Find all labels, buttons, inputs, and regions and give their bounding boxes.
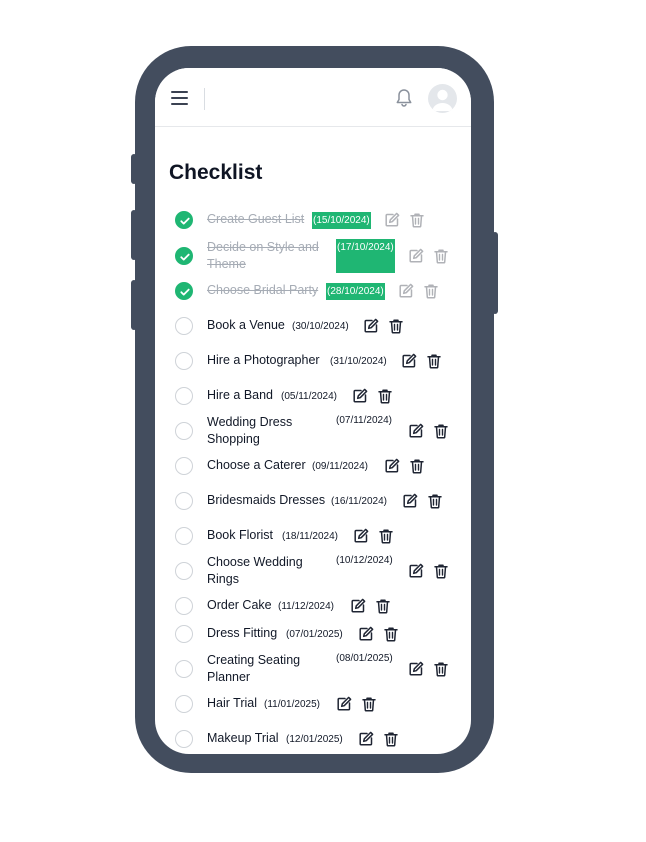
- unchecked-circle-icon[interactable]: [175, 317, 193, 335]
- phone-side-button: [492, 232, 498, 314]
- trash-icon[interactable]: [409, 212, 425, 228]
- trash-icon[interactable]: [388, 318, 404, 334]
- unchecked-circle-icon[interactable]: [175, 597, 193, 615]
- task-due-date: (16/11/2024): [331, 496, 387, 507]
- task-due-date: (31/10/2024): [330, 356, 387, 367]
- edit-icon[interactable]: [352, 388, 368, 404]
- task-due-date: (09/11/2024): [312, 461, 368, 472]
- user-avatar-icon[interactable]: [428, 84, 457, 113]
- edit-icon[interactable]: [384, 212, 400, 228]
- trash-icon[interactable]: [377, 388, 393, 404]
- task-label: Choose Bridal Party: [207, 283, 319, 297]
- task-due-date: (17/10/2024): [336, 239, 395, 273]
- task-due-date: (15/10/2024): [312, 212, 371, 229]
- task-label: Dress Fitting: [207, 626, 278, 640]
- unchecked-circle-icon[interactable]: [175, 562, 193, 580]
- task-label: Creating Seating Planner: [207, 653, 301, 684]
- edit-icon[interactable]: [336, 696, 352, 712]
- phone-side-button: [131, 210, 137, 260]
- unchecked-circle-icon[interactable]: [175, 695, 193, 713]
- unchecked-circle-icon[interactable]: [175, 660, 193, 678]
- trash-icon[interactable]: [427, 493, 443, 509]
- checked-circle-icon[interactable]: [175, 282, 193, 300]
- task-label: Hire a Band: [207, 388, 274, 402]
- unchecked-circle-icon[interactable]: [175, 457, 193, 475]
- unchecked-circle-icon[interactable]: [175, 492, 193, 510]
- checked-circle-icon[interactable]: [175, 211, 193, 229]
- task-label: Makeup Trial: [207, 731, 279, 745]
- edit-icon[interactable]: [401, 353, 417, 369]
- edit-icon[interactable]: [408, 423, 424, 439]
- edit-icon[interactable]: [384, 458, 400, 474]
- task-label: Book a Venue: [207, 318, 285, 332]
- bell-icon[interactable]: [395, 88, 413, 108]
- task-label: Choose Wedding Rings: [207, 555, 303, 586]
- task-due-date: (07/11/2024): [336, 415, 392, 426]
- task-label: Choose a Caterer: [207, 458, 306, 472]
- trash-icon[interactable]: [383, 731, 399, 747]
- header-divider: [204, 88, 205, 110]
- task-label: Hire a Photographer: [207, 353, 320, 367]
- edit-icon[interactable]: [358, 626, 374, 642]
- task-due-date: (12/01/2025): [286, 734, 343, 745]
- trash-icon[interactable]: [378, 528, 394, 544]
- trash-icon[interactable]: [433, 563, 449, 579]
- trash-icon[interactable]: [375, 598, 391, 614]
- edit-icon[interactable]: [402, 493, 418, 509]
- unchecked-circle-icon[interactable]: [175, 352, 193, 370]
- edit-icon[interactable]: [363, 318, 379, 334]
- unchecked-circle-icon[interactable]: [175, 527, 193, 545]
- hamburger-menu-icon[interactable]: [171, 91, 188, 105]
- phone-side-button: [131, 154, 137, 184]
- task-due-date: (07/01/2025): [286, 629, 343, 640]
- edit-icon[interactable]: [408, 563, 424, 579]
- task-due-date: (11/01/2025): [264, 699, 320, 710]
- task-label: Hair Trial: [207, 696, 258, 710]
- task-label: Order Cake: [207, 598, 272, 612]
- task-due-date: (10/12/2024): [336, 555, 393, 566]
- trash-icon[interactable]: [423, 283, 439, 299]
- phone-side-button: [131, 280, 137, 330]
- task-label: Wedding Dress Shopping: [207, 415, 293, 446]
- task-label: Book Florist: [207, 528, 273, 542]
- task-label: Bridesmaids Dresses: [207, 493, 326, 507]
- task-due-date: (05/11/2024): [281, 391, 337, 402]
- task-due-date: (11/12/2024): [278, 601, 334, 612]
- task-due-date: (28/10/2024): [326, 283, 385, 300]
- trash-icon[interactable]: [361, 696, 377, 712]
- unchecked-circle-icon[interactable]: [175, 422, 193, 440]
- unchecked-circle-icon[interactable]: [175, 387, 193, 405]
- task-label: Create Guest List: [207, 212, 305, 226]
- edit-icon[interactable]: [353, 528, 369, 544]
- edit-icon[interactable]: [408, 661, 424, 677]
- task-due-date: (30/10/2024): [292, 321, 349, 332]
- edit-icon[interactable]: [398, 283, 414, 299]
- trash-icon[interactable]: [383, 626, 399, 642]
- unchecked-circle-icon[interactable]: [175, 625, 193, 643]
- checked-circle-icon[interactable]: [175, 247, 193, 265]
- app-screen: Checklist Create Guest List (15/10/2024) D…: [155, 68, 471, 754]
- trash-icon[interactable]: [409, 458, 425, 474]
- edit-icon[interactable]: [358, 731, 374, 747]
- task-label: Decide on Style and Theme: [207, 240, 319, 271]
- trash-icon[interactable]: [433, 661, 449, 677]
- trash-icon[interactable]: [433, 248, 449, 264]
- task-due-date: (08/01/2025): [336, 653, 393, 664]
- unchecked-circle-icon[interactable]: [175, 730, 193, 748]
- task-due-date: (18/11/2024): [282, 531, 338, 542]
- edit-icon[interactable]: [350, 598, 366, 614]
- trash-icon[interactable]: [426, 353, 442, 369]
- edit-icon[interactable]: [408, 248, 424, 264]
- top-bar: [155, 68, 471, 127]
- trash-icon[interactable]: [433, 423, 449, 439]
- page-title: Checklist: [169, 161, 263, 184]
